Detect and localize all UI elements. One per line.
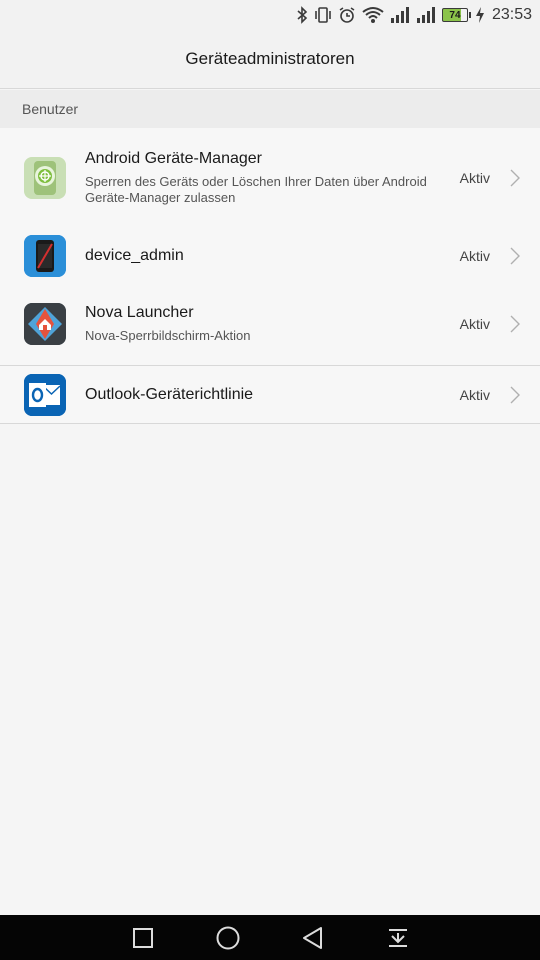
list-item-title: Outlook-Geräterichtlinie bbox=[85, 385, 254, 403]
recents-button[interactable] bbox=[100, 915, 185, 960]
list-item-subtitle: Nova-Sperrbildschirm-Aktion bbox=[85, 328, 251, 343]
list-item-text: Nova Launcher Nova-Sperrbildschirm-Aktio… bbox=[85, 304, 440, 344]
alarm-icon bbox=[338, 5, 356, 25]
back-icon bbox=[302, 926, 322, 949]
chevron-right-icon bbox=[510, 247, 520, 264]
battery-icon: 74 bbox=[441, 8, 471, 22]
outlook-icon bbox=[24, 373, 66, 416]
page-title: Geräteadministratoren bbox=[185, 49, 355, 68]
app-bar: Geräteadministratoren bbox=[0, 30, 540, 89]
wifi-icon bbox=[362, 5, 384, 25]
list-item-android-device-manager[interactable]: Android Geräte-Manager Sperren des Gerät… bbox=[0, 128, 540, 228]
signal-icon bbox=[390, 5, 410, 25]
back-button[interactable] bbox=[270, 915, 355, 960]
chevron-right-icon bbox=[510, 386, 520, 403]
chevron-right-icon bbox=[510, 315, 520, 333]
list-item-title: device_admin bbox=[85, 246, 184, 264]
device-admin-list: Android Geräte-Manager Sperren des Gerät… bbox=[0, 128, 540, 424]
notification-pull-button[interactable] bbox=[355, 915, 440, 960]
status-label: Aktiv bbox=[459, 247, 490, 264]
list-item-text: device_admin bbox=[85, 247, 440, 265]
navigation-bar bbox=[0, 915, 540, 960]
list-item-text: Outlook-Geräterichtlinie bbox=[85, 386, 440, 404]
clock: 23:53 bbox=[491, 6, 532, 23]
home-button[interactable] bbox=[185, 915, 270, 960]
section-header: Benutzer bbox=[0, 90, 540, 128]
chevron-right-icon bbox=[510, 169, 520, 187]
bluetooth-icon bbox=[296, 5, 308, 25]
list-item-title: Android Geräte-Manager bbox=[85, 150, 262, 167]
list-item-device-admin[interactable]: device_admin Aktiv bbox=[0, 228, 540, 283]
recents-icon bbox=[132, 927, 153, 948]
list-item-subtitle: Sperren des Geräts oder Löschen Ihrer Da… bbox=[85, 174, 427, 205]
section-label: Benutzer bbox=[22, 101, 79, 117]
notification-pull-icon bbox=[388, 928, 407, 947]
status-bar: 74 23:53 bbox=[0, 0, 540, 30]
home-icon bbox=[216, 926, 239, 949]
charging-icon bbox=[475, 5, 484, 25]
status-label: Aktiv bbox=[459, 386, 490, 403]
list-item-text: Android Geräte-Manager Sperren des Gerät… bbox=[85, 150, 440, 206]
nova-launcher-icon bbox=[24, 303, 66, 345]
list-item-outlook-policy[interactable]: Outlook-Geräterichtlinie Aktiv bbox=[0, 365, 540, 424]
status-label: Aktiv bbox=[459, 316, 490, 332]
battery-level: 74 bbox=[449, 9, 461, 21]
status-label: Aktiv bbox=[459, 170, 490, 186]
android-device-manager-icon bbox=[24, 157, 66, 199]
device-admin-icon bbox=[24, 234, 66, 277]
list-item-title: Nova Launcher bbox=[85, 304, 194, 321]
vibrate-icon bbox=[314, 5, 332, 25]
list-item-nova-launcher[interactable]: Nova Launcher Nova-Sperrbildschirm-Aktio… bbox=[0, 283, 540, 365]
signal-icon bbox=[416, 5, 436, 25]
